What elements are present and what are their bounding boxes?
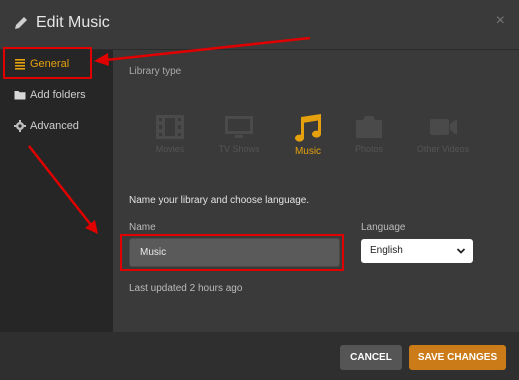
type-label: TV Shows	[218, 144, 260, 154]
language-select-value: English	[370, 245, 403, 256]
sidebar: General Add folders Advanced	[0, 50, 113, 332]
last-updated-text: Last updated 2 hours ago	[129, 283, 243, 294]
type-movies[interactable]: Movies	[140, 113, 200, 163]
camera-icon	[356, 116, 382, 138]
dialog-title: Edit Music	[36, 14, 110, 31]
dialog-header: Edit Music ×	[0, 0, 519, 50]
main-panel: Library type Movies TV Shows Music Photo…	[113, 50, 519, 332]
sidebar-item-add-folders[interactable]: Add folders	[0, 81, 113, 111]
tv-icon	[225, 116, 253, 138]
type-tv-shows[interactable]: TV Shows	[209, 113, 269, 163]
gear-icon	[14, 120, 26, 132]
type-label: Other Videos	[416, 144, 470, 154]
edit-library-dialog: Edit Music × General Add folders Advance…	[0, 0, 519, 380]
type-music[interactable]: Music	[278, 113, 338, 163]
language-select[interactable]: English	[361, 239, 473, 263]
save-changes-button[interactable]: SAVE CHANGES	[409, 345, 506, 370]
language-label: Language	[361, 222, 406, 233]
pencil-icon	[15, 17, 27, 29]
video-camera-icon	[430, 119, 457, 135]
type-label: Photos	[354, 144, 384, 154]
library-name-input[interactable]	[129, 238, 340, 267]
cancel-button[interactable]: CANCEL	[340, 345, 402, 370]
chevron-down-icon	[456, 248, 466, 254]
music-note-icon	[295, 114, 322, 142]
sidebar-item-label: General	[30, 58, 70, 70]
sidebar-item-label: Advanced	[30, 120, 79, 132]
type-photos[interactable]: Photos	[339, 113, 399, 163]
close-icon[interactable]: ×	[496, 12, 505, 30]
type-other-videos[interactable]: Other Videos	[413, 113, 473, 163]
sidebar-item-label: Add folders	[30, 89, 86, 101]
name-language-intro: Name your library and choose language.	[129, 195, 310, 206]
type-label: Music	[294, 146, 322, 157]
library-type-label: Library type	[129, 66, 182, 77]
sidebar-item-advanced[interactable]: Advanced	[0, 112, 113, 142]
film-icon	[156, 115, 184, 139]
list-icon	[15, 59, 25, 70]
dialog-footer: CANCEL SAVE CHANGES	[0, 332, 519, 380]
sidebar-item-general[interactable]: General	[0, 50, 113, 80]
folder-icon	[14, 91, 26, 100]
name-label: Name	[129, 222, 156, 233]
type-label: Movies	[155, 144, 185, 154]
